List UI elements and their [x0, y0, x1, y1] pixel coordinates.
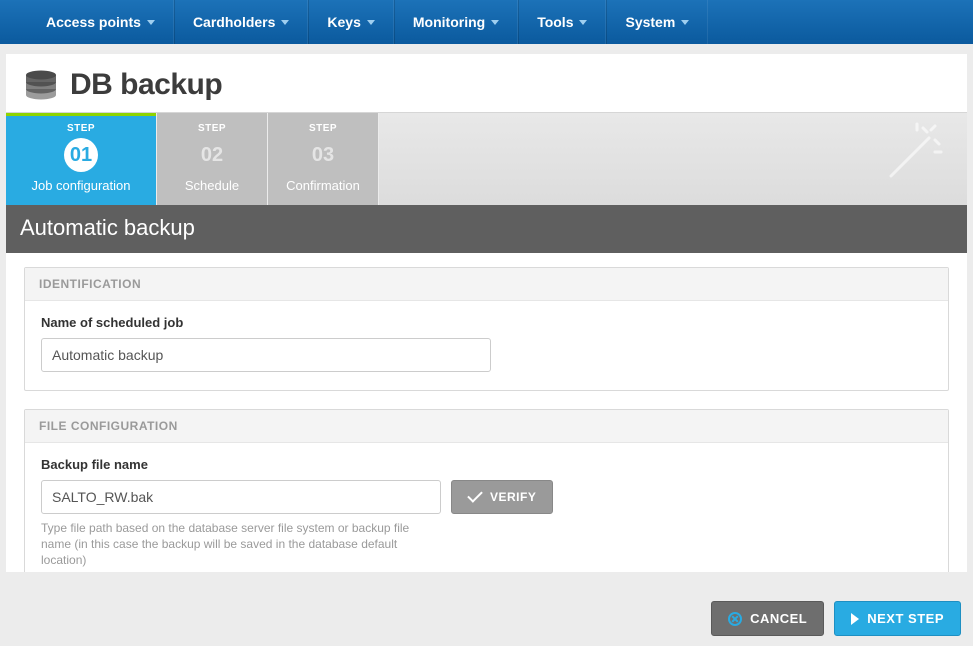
cancel-button-label: CANCEL	[750, 611, 807, 626]
step-name: Job configuration	[6, 178, 156, 193]
step-label: STEP	[157, 123, 267, 134]
chevron-down-icon	[579, 20, 587, 25]
verify-button[interactable]: VERIFY	[451, 480, 553, 514]
step-name: Schedule	[157, 178, 267, 193]
nav-tools[interactable]: Tools	[518, 0, 606, 44]
nav-label: Keys	[327, 14, 360, 30]
nav-label: System	[625, 14, 675, 30]
nav-monitoring[interactable]: Monitoring	[394, 0, 518, 44]
nav-system[interactable]: System	[606, 0, 708, 44]
wizard-accent-line	[6, 113, 156, 116]
step-number: 03	[312, 144, 334, 167]
cancel-button[interactable]: CANCEL	[711, 601, 824, 636]
step-number: 01	[70, 144, 92, 167]
job-name-label: Name of scheduled job	[41, 315, 932, 330]
nav-label: Monitoring	[413, 14, 485, 30]
next-step-button[interactable]: NEXT STEP	[834, 601, 961, 636]
chevron-down-icon	[281, 20, 289, 25]
arrow-right-icon	[851, 613, 859, 625]
panel-header: IDENTIFICATION	[25, 268, 948, 301]
step-number-badge: 02	[195, 138, 229, 172]
wizard-spacer	[379, 113, 967, 205]
nav-label: Access points	[46, 14, 141, 30]
panel-body: Backup file name VERIFY Type file path b…	[25, 443, 948, 572]
nav-cardholders[interactable]: Cardholders	[174, 0, 308, 44]
backup-filename-help: Type file path based on the database ser…	[41, 520, 441, 569]
check-icon	[467, 487, 483, 503]
magic-wand-icon	[871, 118, 949, 201]
nav-keys[interactable]: Keys	[308, 0, 393, 44]
close-circle-icon	[728, 612, 742, 626]
page-title: DB backup	[70, 68, 222, 102]
wizard-step-1[interactable]: STEP 01 Job configuration	[6, 113, 156, 205]
top-nav: Access points Cardholders Keys Monitorin…	[0, 0, 973, 44]
wizard-step-3[interactable]: STEP 03 Confirmation	[268, 113, 378, 205]
wizard-step-2[interactable]: STEP 02 Schedule	[157, 113, 267, 205]
panel-header: FILE CONFIGURATION	[25, 410, 948, 443]
chevron-down-icon	[491, 20, 499, 25]
step-label: STEP	[268, 123, 378, 134]
backup-filename-label: Backup file name	[41, 457, 932, 472]
chevron-down-icon	[681, 20, 689, 25]
page-header: DB backup	[6, 54, 967, 113]
backup-filename-input[interactable]	[41, 480, 441, 514]
identification-panel: IDENTIFICATION Name of scheduled job	[24, 267, 949, 391]
footer-buttons: CANCEL NEXT STEP	[711, 601, 961, 636]
step-number: 02	[201, 144, 223, 167]
step-label: STEP	[6, 123, 156, 134]
chevron-down-icon	[147, 20, 155, 25]
job-name-input[interactable]	[41, 338, 491, 372]
nav-access-points[interactable]: Access points	[28, 0, 174, 44]
nav-label: Tools	[537, 14, 573, 30]
chevron-down-icon	[367, 20, 375, 25]
step-number-badge: 01	[64, 138, 98, 172]
database-icon	[24, 70, 58, 100]
content-scroll-area[interactable]: IDENTIFICATION Name of scheduled job FIL…	[6, 253, 967, 572]
verify-button-label: VERIFY	[490, 490, 536, 504]
section-title: Automatic backup	[6, 205, 967, 253]
nav-label: Cardholders	[193, 14, 275, 30]
wizard-steps: STEP 01 Job configuration STEP 02 Schedu…	[6, 113, 967, 205]
panel-body: Name of scheduled job	[25, 301, 948, 390]
next-button-label: NEXT STEP	[867, 611, 944, 626]
step-name: Confirmation	[268, 178, 378, 193]
file-configuration-panel: FILE CONFIGURATION Backup file name VERI…	[24, 409, 949, 572]
step-number-badge: 03	[306, 138, 340, 172]
